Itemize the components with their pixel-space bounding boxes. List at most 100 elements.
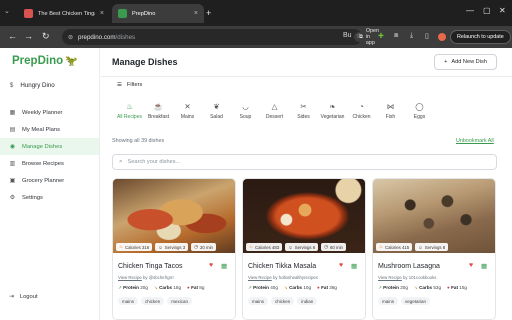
app-logo[interactable]: PrepDino 🦖	[12, 55, 78, 67]
view-recipe-link[interactable]: View Recipe	[378, 275, 402, 280]
calories-label: Calories 483	[255, 244, 280, 250]
category-breakfast[interactable]: ☕ Breakfast	[144, 103, 173, 121]
site-info-icon[interactable]: ⊜	[68, 34, 73, 41]
tag[interactable]: chicken	[271, 297, 295, 305]
close-window-icon[interactable]: ✕	[499, 6, 506, 15]
leaf-icon: ❧	[329, 102, 336, 111]
download-icon[interactable]: ⤓	[410, 32, 413, 40]
tag[interactable]: vegetarian	[401, 297, 431, 305]
back-icon[interactable]: ←	[8, 31, 17, 41]
servings-badge: ☺ Servings 6	[285, 243, 319, 251]
dish-title: Chicken Tikka Masala	[248, 263, 317, 270]
browser-tab-active[interactable]: PrepDino ×	[112, 4, 204, 23]
dino-icon: 🦖	[65, 55, 78, 67]
bookmark-star-icon[interactable]: ☆	[356, 32, 362, 40]
add-new-dish-label: Add New Dish	[451, 59, 487, 65]
all-recipes-icon: ♨	[126, 102, 133, 111]
calendar-add-icon[interactable]: ▦	[221, 262, 227, 270]
dish-tags: mains vegetarian	[378, 297, 431, 305]
view-recipe-link[interactable]: View Recipe	[118, 275, 142, 280]
fat-label: Fat	[191, 285, 198, 290]
dish-grid: ♨ Calories 316 ☺ Servings 3 ◷ 20 min Chicke…	[112, 178, 512, 320]
tag[interactable]: indian	[297, 297, 318, 305]
calories-badge: ♨ Calories 316	[116, 243, 153, 251]
sidebar: PrepDino 🦖 $ Hungry Dino ▦ Weekly Planne…	[0, 48, 100, 320]
tag[interactable]: mains	[248, 297, 269, 305]
sidebar-item-my-meal-plans[interactable]: ▤ My Meal Plans	[0, 121, 99, 138]
category-all-recipes[interactable]: ♨ All Recipes	[115, 102, 144, 121]
recipe-source: View Recipe by 101cookbooks	[378, 275, 436, 280]
view-recipe-link[interactable]: View Recipe	[248, 275, 272, 280]
page-title: Manage Dishes	[112, 57, 178, 67]
calendar-add-icon[interactable]: ▦	[351, 262, 357, 270]
cart-icon: ▣	[9, 178, 16, 184]
heart-icon[interactable]: ♥	[209, 262, 213, 269]
sidebar-item-weekly-planner[interactable]: ▦ Weekly Planner	[0, 104, 99, 121]
minimize-icon[interactable]: —	[466, 6, 474, 15]
dessert-icon: △	[271, 102, 278, 111]
fat-label: Fat	[321, 285, 328, 290]
category-dessert[interactable]: △ Dessert	[260, 102, 289, 121]
browser-tab-bar: ⌄ The Best Chicken Tinga Tacos Re × Prep…	[0, 0, 512, 26]
sidepanel-icon[interactable]: ▯	[425, 32, 429, 40]
prepdino-extension-icon[interactable]: ✚	[378, 32, 384, 40]
bu-extension-icon[interactable]: Bu	[343, 32, 352, 39]
browser-tab[interactable]: The Best Chicken Tinga Tacos Re ×	[18, 4, 110, 23]
category-eggs[interactable]: ◯ Eggs	[405, 103, 434, 121]
category-mains[interactable]: ✕ Mains	[173, 103, 202, 121]
category-chicken[interactable]: ◔ Chicken	[347, 103, 376, 121]
calories-badge: ♨ Calories 415	[376, 243, 413, 251]
unbookmark-all-link[interactable]: Unbookmark All	[456, 138, 494, 144]
calendar-add-icon[interactable]: ▦	[481, 262, 487, 270]
new-tab-button[interactable]: +	[206, 8, 211, 18]
heart-icon[interactable]: ♥	[469, 262, 473, 269]
plus-icon: +	[444, 59, 448, 65]
category-salad[interactable]: ❦ Salad	[202, 103, 231, 121]
carbs-value: ↘ Carbs 10g	[284, 285, 311, 291]
tag[interactable]: chicken	[141, 297, 165, 305]
gear-icon: ⚙	[9, 195, 16, 201]
tag[interactable]: mains	[378, 297, 399, 305]
protein-label: Protein	[123, 285, 139, 290]
forward-icon[interactable]: →	[24, 31, 33, 41]
close-tab-icon[interactable]: ×	[194, 10, 198, 17]
sidebar-item-grocery-planner[interactable]: ▣ Grocery Planner	[0, 172, 99, 189]
close-tab-icon[interactable]: ×	[100, 10, 104, 17]
search-icon: ⌕	[119, 158, 123, 165]
tag[interactable]: mexican	[167, 297, 193, 305]
category-vegetarian[interactable]: ❧ Vegetarian	[318, 102, 347, 121]
carbs-value: ↘ Carbs 15g	[154, 285, 181, 291]
search-input[interactable]	[127, 159, 428, 165]
relaunch-button[interactable]: Relaunch to update	[450, 30, 511, 44]
tag[interactable]: mains	[118, 297, 139, 305]
add-new-dish-button[interactable]: + Add New Dish	[434, 54, 497, 70]
reload-icon[interactable]: ↻	[42, 31, 50, 42]
profile-avatar[interactable]	[438, 33, 446, 41]
category-sides[interactable]: ✂ Sides	[289, 103, 318, 121]
protein-value: ↗ Protein 40g	[248, 285, 278, 291]
main-content: Manage Dishes + Add New Dish ☰ Filters ♨…	[101, 48, 512, 320]
sidebar-item-manage-dishes[interactable]: ◉ Manage Dishes	[0, 138, 99, 155]
search-box[interactable]: ⌕	[112, 154, 497, 170]
category-fish[interactable]: ⋈ Fish	[376, 103, 405, 121]
logout-icon: ⇥	[9, 294, 14, 300]
address-bar[interactable]: ⊜ prepdino.com/dishes ⧉ Open in app	[62, 28, 385, 46]
user-profile[interactable]: $ Hungry Dino	[10, 82, 55, 89]
category-soup[interactable]: ◡ Soup	[231, 103, 260, 121]
dish-card[interactable]: ♨ Calories 316 ☺ Servings 3 ◷ 20 min Chicke…	[112, 178, 236, 320]
tab-search-icon[interactable]: ⌄	[4, 7, 10, 15]
dish-card[interactable]: ♨ Calories 483 ☺ Servings 6 ◷ 60 min Chicke…	[242, 178, 366, 320]
sidebar-item-settings[interactable]: ⚙ Settings	[0, 189, 99, 206]
maximize-icon[interactable]: ▢	[483, 6, 491, 15]
extensions-icon[interactable]: ⧈	[394, 32, 398, 40]
servings-icon: ☺	[288, 244, 293, 250]
dish-card[interactable]: ♨ Calories 415 ☺ Servings 8 Mushroom Lasag…	[372, 178, 496, 320]
heart-icon[interactable]: ♥	[339, 262, 343, 269]
carbs-label: Carbs	[419, 285, 433, 290]
sidebar-item-browse-recipes[interactable]: ▥ Browse Recipes	[0, 155, 99, 172]
category-label: Fish	[385, 114, 396, 120]
category-label: Salad	[210, 114, 223, 120]
logout-button[interactable]: ⇥ Logout	[9, 294, 38, 300]
fat-value: ● Fat 38g	[317, 285, 337, 291]
filters-button[interactable]: ☰ Filters	[117, 82, 142, 88]
